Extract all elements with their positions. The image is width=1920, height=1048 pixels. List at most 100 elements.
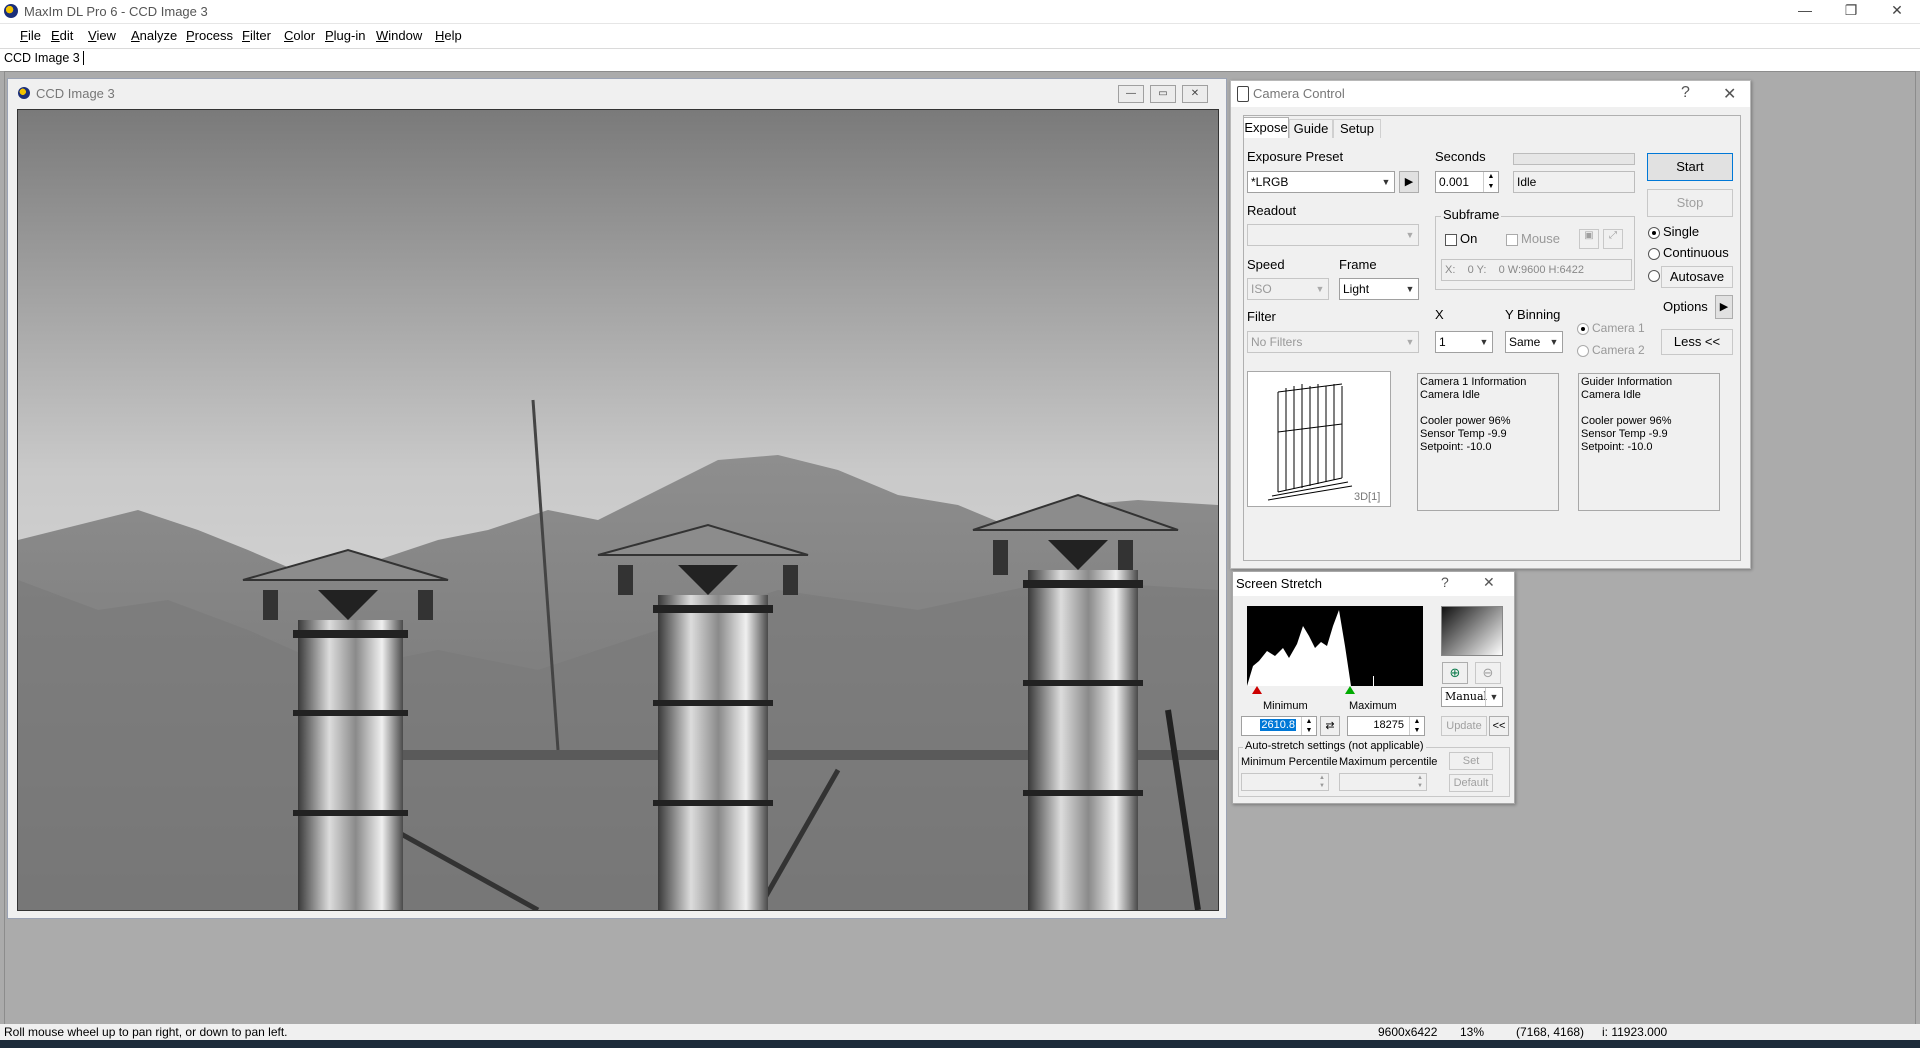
menu-analyze[interactable]: Analyze (131, 28, 177, 43)
autosave-radio[interactable] (1648, 270, 1660, 282)
update-button[interactable]: Update (1441, 716, 1487, 736)
camera-control-title-bar[interactable]: Camera Control ? ✕ (1231, 81, 1750, 107)
camera-status-field: Idle (1513, 171, 1635, 193)
preset-play-button[interactable]: ▶ (1399, 171, 1419, 193)
image-window-title-bar[interactable]: CCD Image 3 — ▭ ✕ (8, 79, 1226, 107)
app-logo-icon (4, 4, 18, 18)
speed-dropdown[interactable]: ISO ▼ (1247, 278, 1329, 300)
restore-icon[interactable]: ❐ (1828, 0, 1874, 23)
readout-dropdown[interactable]: ▼ (1247, 224, 1419, 246)
minimum-marker-icon[interactable] (1252, 686, 1262, 694)
single-radio[interactable] (1648, 227, 1660, 239)
tab-expose[interactable]: Expose (1243, 117, 1289, 138)
camera1-radio[interactable] (1577, 323, 1589, 335)
camera-close-icon[interactable]: ✕ (1723, 84, 1736, 104)
close-icon[interactable]: ✕ (1874, 0, 1920, 23)
menu-file[interactable]: File (20, 28, 41, 43)
status-hint: Roll mouse wheel up to pan right, or dow… (4, 1025, 288, 1039)
minimum-input[interactable]: 2610.8 ▲ ▼ (1241, 716, 1317, 736)
continuous-radio[interactable] (1648, 248, 1660, 260)
stretch-preview-swatch (1441, 606, 1503, 656)
less-button[interactable]: Less << (1661, 329, 1733, 355)
collapse-button[interactable]: << (1489, 716, 1509, 736)
histogram-plot[interactable] (1247, 606, 1423, 686)
zoom-in-icon[interactable]: ⊕ (1442, 662, 1468, 684)
chevron-down-icon: ▼ (1405, 284, 1415, 294)
y-binning-dropdown[interactable]: Same ▼ (1505, 331, 1563, 353)
3d-preview[interactable]: 3D[1] (1247, 371, 1391, 507)
seconds-spinner-icon[interactable]: ▲ ▼ (1483, 172, 1498, 192)
exposure-progress-bar (1513, 153, 1635, 165)
frame-dropdown[interactable]: Light ▼ (1339, 278, 1419, 300)
menu-color[interactable]: Color (284, 28, 315, 43)
stop-button[interactable]: Stop (1647, 189, 1733, 217)
image-maximize-icon[interactable]: ▭ (1150, 85, 1176, 103)
swap-icon[interactable]: ⇄ (1320, 716, 1340, 736)
autosave-button[interactable]: Autosave (1661, 266, 1733, 288)
taskbar-edge (0, 1040, 1920, 1048)
menu-edit[interactable]: Edit (51, 28, 73, 43)
maximum-marker-icon[interactable] (1345, 686, 1355, 694)
screen-stretch-window[interactable]: Screen Stretch ? ✕ Minimum Maximum ⊕ ⊖ M… (1232, 571, 1515, 804)
tab-ccd-image-3[interactable]: CCD Image 3 (4, 51, 84, 65)
menu-window[interactable]: Window (376, 28, 422, 43)
camera2-radio[interactable] (1577, 345, 1589, 357)
menu-plugin[interactable]: Plug-in (325, 28, 365, 43)
subframe-mouse-checkbox[interactable] (1506, 234, 1518, 246)
camera-status-text: Idle (1517, 175, 1537, 189)
max-percentile-input[interactable]: ▲ ▼ (1339, 773, 1427, 791)
maximum-spinner-icon[interactable]: ▲ ▼ (1409, 717, 1424, 735)
minimum-spinner-icon[interactable]: ▲ ▼ (1301, 717, 1316, 735)
image-minimize-icon[interactable]: — (1118, 85, 1144, 103)
subframe-mouse-label: Mouse (1521, 231, 1561, 246)
menu-process[interactable]: Process (186, 28, 233, 43)
menu-view[interactable]: View (88, 28, 116, 43)
stretch-mode-dropdown[interactable]: Manual ▼ (1441, 687, 1503, 707)
status-bar: Roll mouse wheel up to pan right, or dow… (0, 1024, 1920, 1040)
camera2-label: Camera 2 (1592, 343, 1645, 357)
tab-setup[interactable]: Setup (1333, 119, 1381, 138)
menu-help[interactable]: Help (435, 28, 462, 43)
seconds-value: 0.001 (1439, 175, 1470, 189)
default-button[interactable]: Default (1449, 774, 1493, 792)
set-button[interactable]: Set (1449, 752, 1493, 770)
readout-label: Readout (1247, 203, 1297, 218)
x-binning-dropdown[interactable]: 1 ▼ (1435, 331, 1493, 353)
minimize-icon[interactable]: — (1782, 0, 1828, 23)
frame-label: Frame (1339, 257, 1377, 272)
help-icon[interactable]: ? (1681, 84, 1690, 102)
seconds-input[interactable]: 0.001 ▲ ▼ (1435, 171, 1499, 193)
exposure-preset-dropdown[interactable]: *LRGB ▼ (1247, 171, 1395, 193)
chevron-down-icon: ▼ (1485, 688, 1502, 706)
frame-value: Light (1343, 282, 1370, 296)
max-percentile-spinner-icon[interactable]: ▲ ▼ (1414, 774, 1426, 790)
maximum-label: Maximum (1349, 700, 1397, 712)
min-percentile-input[interactable]: ▲ ▼ (1241, 773, 1329, 791)
subframe-select-icon[interactable]: ▣ (1579, 229, 1599, 249)
start-button[interactable]: Start (1647, 153, 1733, 181)
min-percentile-spinner-icon[interactable]: ▲ ▼ (1316, 774, 1328, 790)
image-close-icon[interactable]: ✕ (1182, 85, 1208, 103)
tab-guide[interactable]: Guide (1289, 119, 1333, 138)
stretch-mode-value: Manual (1445, 690, 1488, 703)
options-expand-button[interactable]: ▶ (1715, 295, 1733, 319)
ccd-image-canvas[interactable] (17, 109, 1219, 911)
stretch-close-icon[interactable]: ✕ (1483, 574, 1495, 591)
camera-control-window[interactable]: Camera Control ? ✕ Expose Guide Setup Ex… (1230, 80, 1751, 569)
camera1-info-panel: Camera 1 Information Camera Idle Cooler … (1417, 373, 1559, 511)
subframe-on-checkbox[interactable] (1445, 234, 1457, 246)
maximum-input[interactable]: 18275 ▲ ▼ (1347, 716, 1425, 736)
filter-value: No Filters (1251, 335, 1303, 349)
subframe-full-icon[interactable]: ⤢ (1603, 229, 1623, 249)
chevron-down-icon: ▼ (1549, 337, 1559, 347)
camera1-label: Camera 1 (1592, 321, 1645, 335)
menu-filter[interactable]: Filter (242, 28, 271, 43)
chevron-down-icon: ▼ (1315, 284, 1325, 294)
exposure-preset-label: Exposure Preset (1247, 149, 1344, 164)
filter-dropdown[interactable]: No Filters ▼ (1247, 331, 1419, 353)
stretch-help-icon[interactable]: ? (1441, 574, 1449, 590)
zoom-out-icon[interactable]: ⊖ (1475, 662, 1501, 684)
camera-icon (1237, 86, 1249, 102)
image-window[interactable]: CCD Image 3 — ▭ ✕ (7, 78, 1227, 919)
screen-stretch-title-bar[interactable]: Screen Stretch ? ✕ (1233, 572, 1514, 596)
